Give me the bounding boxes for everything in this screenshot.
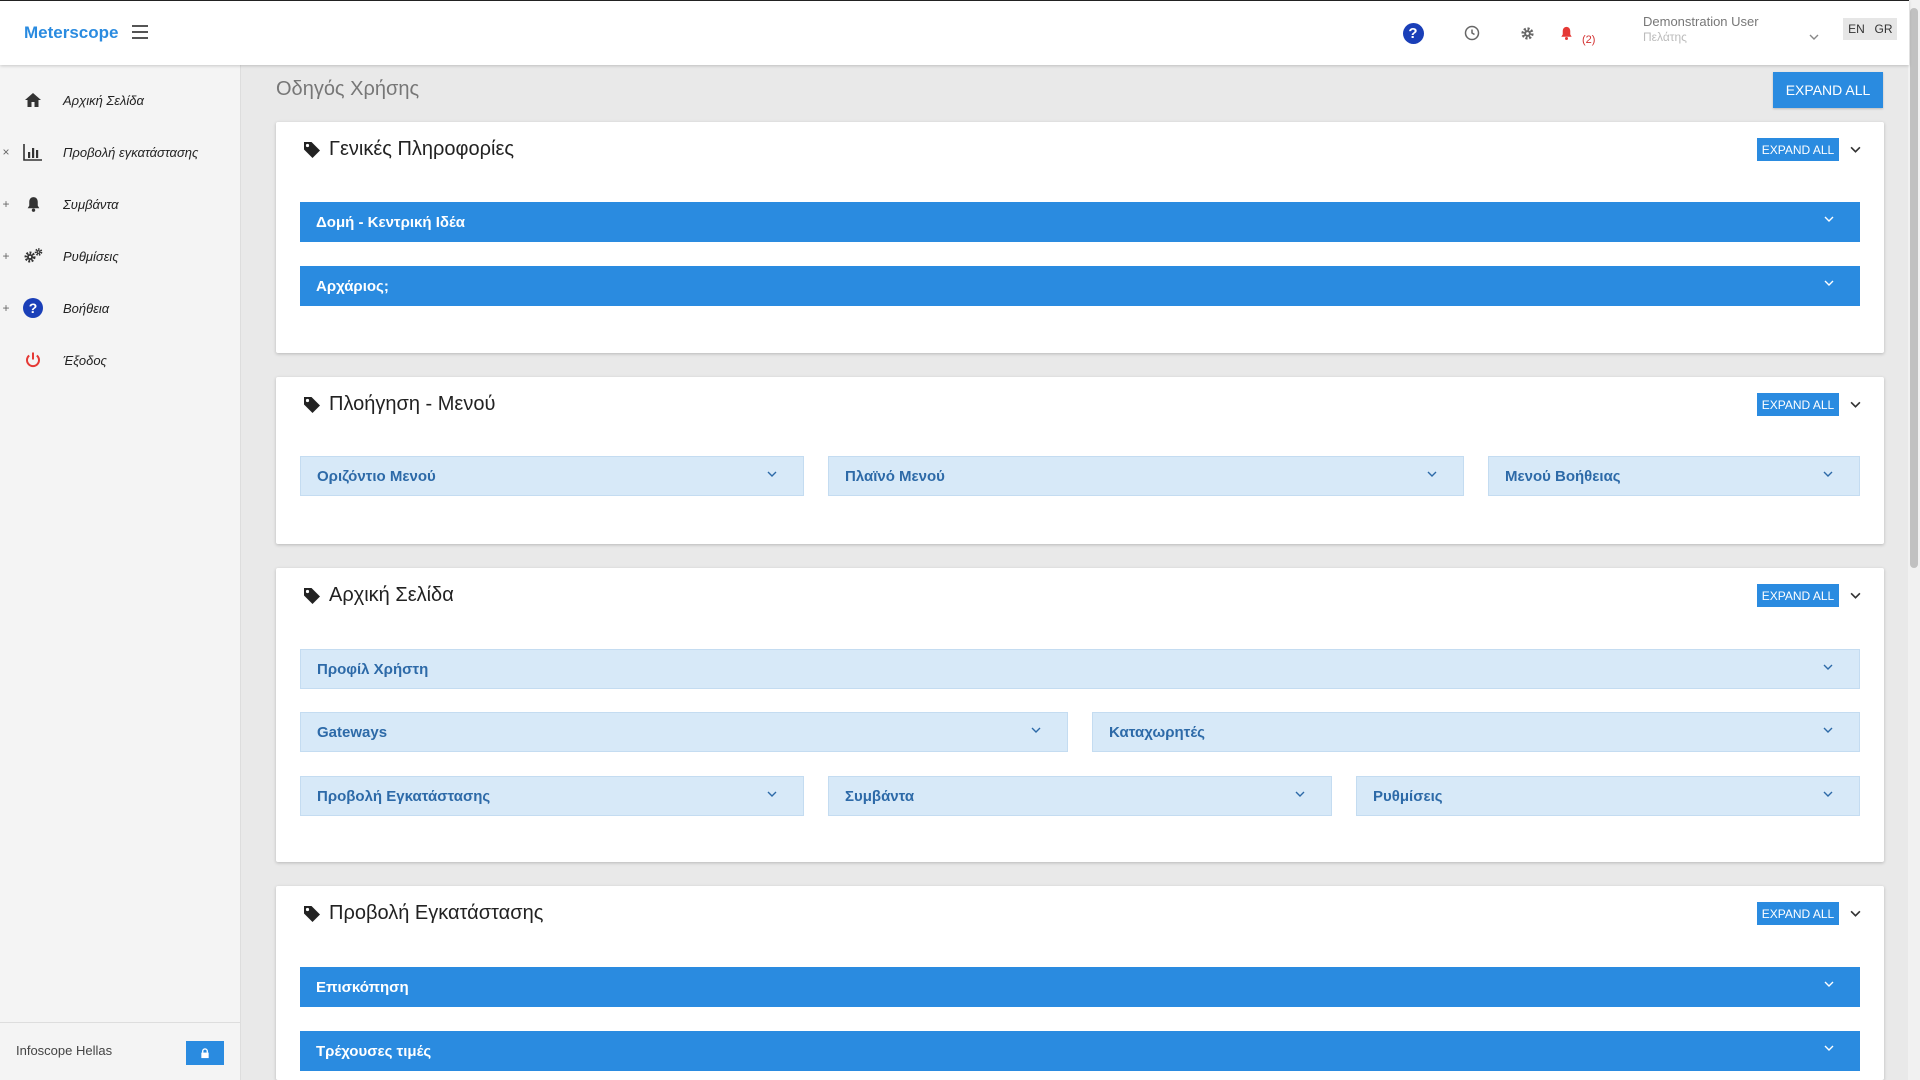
section-expand-all-button[interactable]: EXPAND ALL — [1757, 902, 1839, 925]
notification-count-badge[interactable]: (2) — [1582, 34, 1595, 46]
bar-chart-icon — [21, 140, 45, 164]
lock-icon — [201, 1047, 209, 1058]
accordion-panel[interactable]: Καταχωρητές — [1092, 712, 1860, 752]
sidebar-footer: Infoscope Hellas — [0, 1022, 241, 1080]
accordion-panel[interactable]: Ρυθμίσεις — [1356, 776, 1860, 816]
chevron-down-icon — [1824, 1045, 1834, 1051]
section-title: Πλοήγηση - Μενού — [329, 393, 496, 415]
company-name: Infoscope Hellas — [16, 1043, 113, 1058]
chevron-down-icon — [1824, 216, 1834, 222]
chevron-down-icon[interactable] — [1809, 27, 1819, 45]
chevron-down-icon[interactable] — [1850, 140, 1861, 158]
tag-icon — [304, 905, 320, 922]
help-icon[interactable]: ? — [1401, 21, 1425, 45]
user-role: Πελάτης — [1643, 30, 1687, 44]
home-icon — [21, 88, 45, 112]
bell-icon[interactable] — [1554, 21, 1578, 45]
chevron-down-icon — [767, 791, 777, 797]
expand-marker[interactable]: + — [1, 197, 11, 211]
lock-button[interactable] — [186, 1041, 224, 1065]
accordion-panel[interactable]: Προφίλ Χρήστη — [300, 649, 1860, 689]
section-card-navigation-menu: Πλοήγηση - Μενού EXPAND ALL Οριζόντιο Με… — [276, 377, 1884, 544]
section-title: Αρχική Σελίδα — [329, 584, 454, 606]
section-expand-all-button[interactable]: EXPAND ALL — [1757, 393, 1839, 416]
sidebar: Αρχική Σελίδα × Προβολή εγκατάστασης + Σ… — [0, 65, 241, 1080]
user-name[interactable]: Demonstration User — [1643, 14, 1759, 29]
chevron-down-icon — [1823, 664, 1833, 670]
sidebar-item-home[interactable]: Αρχική Σελίδα — [0, 80, 241, 120]
section-card-installation-view: Προβολή Εγκατάστασης EXPAND ALL Επισκόπη… — [276, 886, 1884, 1080]
expand-marker[interactable]: + — [1, 249, 11, 263]
help-icon: ? — [21, 296, 45, 320]
expand-all-button[interactable]: EXPAND ALL — [1773, 72, 1883, 108]
sidebar-item-logout[interactable]: Έξοδος — [0, 340, 241, 380]
collapse-marker[interactable]: × — [1, 145, 11, 159]
chevron-down-icon — [1824, 981, 1834, 987]
accordion-panel[interactable]: Gateways — [300, 712, 1068, 752]
accordion-panel[interactable]: Συμβάντα — [828, 776, 1332, 816]
page-title: Οδηγός Χρήσης — [276, 78, 420, 100]
gears-icon — [21, 244, 45, 268]
sidebar-item-events[interactable]: + Συμβάντα — [0, 184, 241, 224]
chevron-down-icon — [1427, 471, 1437, 477]
accordion-panel[interactable]: Πλαϊνό Μενού — [828, 456, 1464, 496]
chevron-down-icon[interactable] — [1850, 586, 1861, 604]
sidebar-item-installation-view[interactable]: × Προβολή εγκατάστασης — [0, 132, 241, 172]
chevron-down-icon — [1823, 727, 1833, 733]
section-title: Προβολή Εγκατάστασης — [329, 902, 544, 924]
scrollbar[interactable] — [1908, 0, 1920, 1080]
tag-icon — [304, 587, 320, 604]
accordion-panel[interactable]: Τρέχουσες τιμές — [300, 1031, 1860, 1071]
brand-logo[interactable]: Meterscope — [24, 23, 118, 43]
expand-marker[interactable]: + — [1, 301, 11, 315]
power-icon — [21, 348, 45, 372]
chevron-down-icon — [1031, 727, 1041, 733]
gear-icon[interactable] — [1515, 21, 1539, 45]
scrollbar-thumb[interactable] — [1910, 8, 1918, 568]
accordion-panel[interactable]: Αρχάριος; — [300, 266, 1860, 306]
chevron-down-icon[interactable] — [1850, 904, 1861, 922]
section-title: Γενικές Πληροφορίες — [329, 138, 515, 160]
chevron-down-icon[interactable] — [1850, 395, 1861, 413]
tag-icon — [304, 141, 320, 158]
section-expand-all-button[interactable]: EXPAND ALL — [1757, 138, 1839, 161]
accordion-panel[interactable]: Οριζόντιο Μενού — [300, 456, 804, 496]
bell-icon — [21, 192, 45, 216]
chevron-down-icon — [1823, 471, 1833, 477]
chevron-down-icon — [767, 471, 777, 477]
accordion-panel[interactable]: Προβολή Εγκατάστασης — [300, 776, 804, 816]
chevron-down-icon — [1295, 791, 1305, 797]
chevron-down-icon — [1823, 791, 1833, 797]
section-card-general-info: Γενικές Πληροφορίες EXPAND ALL Δομή - Κε… — [276, 122, 1884, 353]
sidebar-item-help[interactable]: + ? Βοήθεια — [0, 288, 241, 328]
sidebar-item-settings[interactable]: + Ρυθμίσεις — [0, 236, 241, 276]
accordion-panel[interactable]: Δομή - Κεντρική Ιδέα — [300, 202, 1860, 242]
section-expand-all-button[interactable]: EXPAND ALL — [1757, 584, 1839, 607]
lang-gr-button[interactable]: GR — [1870, 18, 1897, 40]
top-navbar: Meterscope ? (2) Demonstration User Πελά… — [0, 0, 1909, 65]
section-card-home-page: Αρχική Σελίδα EXPAND ALL Προφίλ Χρήστη G… — [276, 568, 1884, 862]
tag-icon — [304, 396, 320, 413]
chevron-down-icon — [1824, 280, 1834, 286]
accordion-panel[interactable]: Μενού Βοήθειας — [1488, 456, 1860, 496]
menu-toggle-icon[interactable] — [132, 21, 148, 43]
lang-en-button[interactable]: EN — [1843, 18, 1870, 40]
accordion-panel[interactable]: Επισκόπηση — [300, 967, 1860, 1007]
clock-icon[interactable] — [1460, 21, 1484, 45]
